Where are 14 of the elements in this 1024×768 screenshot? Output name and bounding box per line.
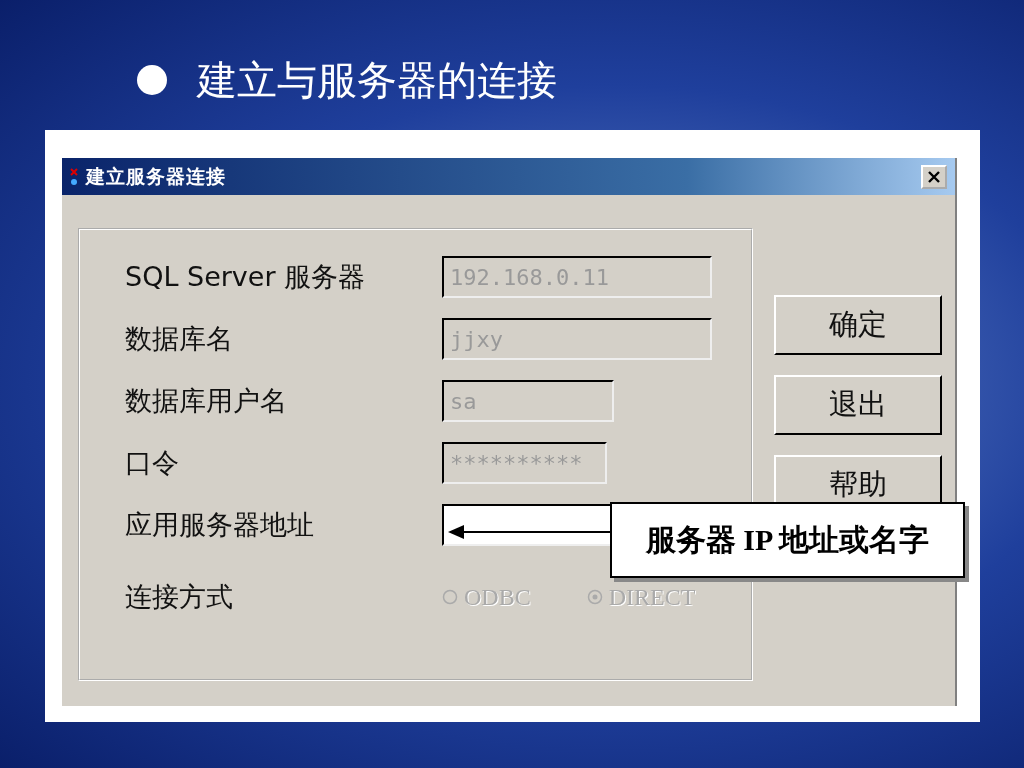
- field-label: SQL Server 服务器: [125, 260, 367, 294]
- field-label: 数据库用户名: [125, 384, 288, 418]
- bullet-icon: [137, 65, 167, 95]
- field-label: 数据库名: [125, 322, 234, 356]
- close-icon: [927, 169, 941, 184]
- field-label: 口令: [125, 446, 180, 480]
- window-title: 建立服务器连接: [86, 163, 226, 189]
- dialog-button[interactable]: 退出: [774, 375, 942, 435]
- field-label: 连接方式: [125, 580, 234, 614]
- close-button[interactable]: [921, 164, 947, 189]
- dialog-button[interactable]: 确定: [774, 295, 942, 355]
- app-icon: [70, 167, 80, 186]
- slide-title: 建立与服务器的连接: [197, 56, 557, 105]
- field-label: 应用服务器地址: [125, 508, 315, 542]
